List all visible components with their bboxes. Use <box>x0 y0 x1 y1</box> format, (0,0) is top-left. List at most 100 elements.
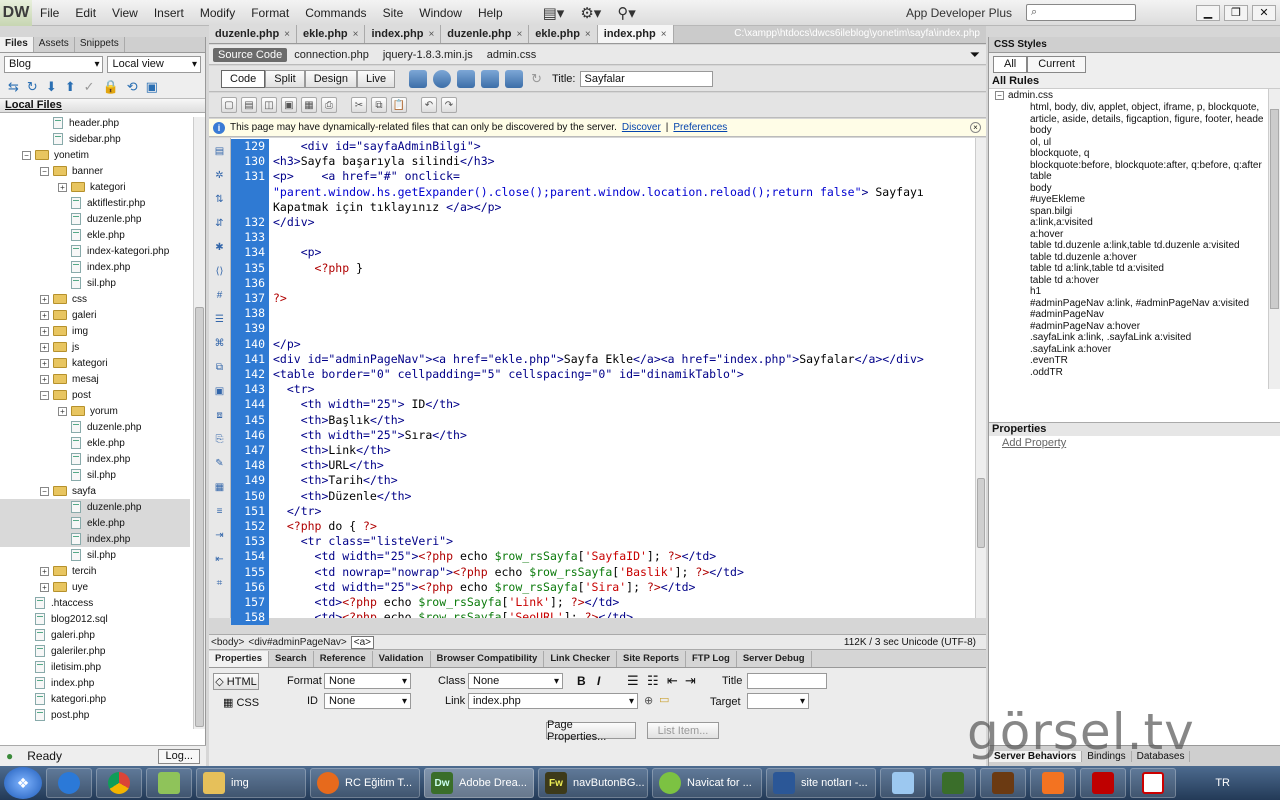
expand-icon[interactable]: + <box>40 310 49 320</box>
tree-file[interactable]: sil.php <box>0 547 190 563</box>
code-line[interactable]: <th width="25"> ID</th> <box>273 397 460 412</box>
doc-tab[interactable]: index.php × <box>365 25 442 43</box>
coding-tool-icon[interactable]: ≡ <box>213 506 226 518</box>
list-item-button[interactable]: List Item... <box>647 722 719 739</box>
discover-link[interactable]: Discover <box>622 122 661 133</box>
put-icon[interactable]: ⬆ <box>65 79 76 95</box>
code-view-button[interactable]: Code <box>221 69 266 88</box>
expand-icon[interactable]: + <box>40 326 49 336</box>
maximize-button[interactable]: ❐ <box>1224 4 1248 21</box>
css-rule[interactable]: ol, ul <box>1030 137 1270 148</box>
tab-browser-compatibility[interactable]: Browser Compatibility <box>431 651 545 667</box>
source-code-button[interactable]: Source Code <box>213 47 288 62</box>
language-indicator[interactable]: TR <box>1215 777 1230 789</box>
collapse-icon[interactable]: − <box>40 390 49 400</box>
tab-properties[interactable]: Properties <box>209 651 269 667</box>
code-line[interactable]: <td nowrap="nowrap"><?php echo $row_rsSa… <box>273 565 744 580</box>
tab-site-reports[interactable]: Site Reports <box>617 651 686 667</box>
coding-tool-icon[interactable]: ✲ <box>213 170 226 182</box>
collapse-icon[interactable]: − <box>40 166 49 176</box>
code-line[interactable]: <tr> <box>273 382 315 397</box>
expand-icon[interactable]: ▣ <box>146 79 158 95</box>
coding-tool-icon[interactable]: ⧈ <box>213 410 226 422</box>
get-icon[interactable]: ⬇ <box>46 79 57 95</box>
css-rule[interactable]: article, aside, details, figcaption, fig… <box>1030 114 1270 125</box>
tree-file[interactable]: ekle.php <box>0 227 190 243</box>
checkin-icon[interactable]: 🔒 <box>103 79 119 95</box>
tag-selector-a[interactable]: <a> <box>350 635 375 649</box>
css-rule[interactable]: #uyeEkleme <box>1030 194 1270 205</box>
coding-tool-icon[interactable]: ⌗ <box>213 578 226 590</box>
help-search-input[interactable]: ⌕ <box>1026 4 1136 21</box>
tree-file[interactable]: aktiflestir.php <box>0 195 190 211</box>
expand-icon[interactable]: + <box>40 342 49 352</box>
menu-view[interactable]: View <box>104 0 146 26</box>
undo-icon[interactable]: ↶ <box>421 97 437 113</box>
workspace-switcher[interactable]: App Developer Plus <box>906 6 1026 20</box>
tree-folder[interactable]: − sayfa <box>0 483 190 499</box>
close-icon[interactable]: × <box>585 29 591 40</box>
expand-icon[interactable]: + <box>40 374 49 384</box>
tree-folder[interactable]: + js <box>0 339 190 355</box>
coding-tool-icon[interactable]: ⇥ <box>213 530 226 542</box>
code-line[interactable]: <div id="adminPageNav"><a href="ekle.php… <box>273 352 924 367</box>
print-icon[interactable]: ⎙ <box>321 97 337 113</box>
taskbar-item[interactable]: Navicat for ... <box>652 768 762 798</box>
close-icon[interactable]: × <box>516 29 522 40</box>
menu-format[interactable]: Format <box>243 0 297 26</box>
tree-file[interactable]: ekle.php <box>0 515 190 531</box>
menu-help[interactable]: Help <box>470 0 511 26</box>
code-line[interactable]: <th>Tarih</th> <box>273 473 398 488</box>
indent-icon[interactable]: ⇥ <box>685 673 696 689</box>
format-select[interactable]: None <box>324 673 411 689</box>
rules-scroll-thumb[interactable] <box>1270 109 1279 309</box>
code-line[interactable]: <table border="0" cellpadding="5" cellsp… <box>273 367 744 382</box>
css-rule[interactable]: span.bilgi <box>1030 206 1270 217</box>
menu-modify[interactable]: Modify <box>192 0 243 26</box>
code-line[interactable]: <th>Düzenle</th> <box>273 489 412 504</box>
checkout-icon[interactable]: ✓ <box>84 79 95 95</box>
menu-window[interactable]: Window <box>411 0 470 26</box>
outdent-icon[interactable]: ⇤ <box>667 673 678 689</box>
tag-selector-div[interactable]: <div#adminPageNav> <box>248 637 346 648</box>
virtualbox-pinned-icon[interactable] <box>880 768 926 798</box>
code-line[interactable]: <td><?php echo $row_rsSayfa['SeoURL']; ?… <box>273 610 634 618</box>
expand-icon[interactable]: + <box>40 294 49 304</box>
tree-folder[interactable]: + uye <box>0 579 190 595</box>
tree-folder[interactable]: + kategori <box>0 179 190 195</box>
coding-tool-icon[interactable]: ⟨⟩ <box>213 266 226 278</box>
code-line[interactable]: <th>URL</th> <box>273 458 384 473</box>
expand-icon[interactable]: + <box>58 182 67 192</box>
bold-button[interactable]: B <box>577 674 586 688</box>
dw-pinned-icon[interactable] <box>930 768 976 798</box>
tab-server-behaviors[interactable]: Server Behaviors <box>989 750 1083 762</box>
connect-icon[interactable]: ⇆ <box>8 79 19 95</box>
menu-site[interactable]: Site <box>375 0 412 26</box>
doc-tab[interactable]: ekle.php × <box>529 25 598 43</box>
link-input[interactable]: index.php <box>468 693 638 709</box>
title-input[interactable]: Sayfalar <box>580 70 714 87</box>
tree-file[interactable]: blog2012.sql <box>0 611 190 627</box>
expand-icon[interactable]: + <box>40 358 49 368</box>
preview-browser-icon[interactable] <box>433 69 452 88</box>
taskbar-item[interactable]: site notları -... <box>766 768 876 798</box>
code-line[interactable]: <div id="sayfaAdminBilgi"> <box>273 139 481 154</box>
tab-validation[interactable]: Validation <box>373 651 431 667</box>
tab-databases[interactable]: Databases <box>1132 750 1191 762</box>
layout-icon[interactable]: ▤▾ <box>535 4 573 22</box>
code-line[interactable]: <?php } <box>273 261 364 276</box>
acrobat-pinned-icon[interactable] <box>1130 768 1176 798</box>
filter-icon[interactable]: ⏷ <box>970 47 980 63</box>
css-rule[interactable]: .sayfaLink a:hover <box>1030 344 1270 355</box>
coding-tool-icon[interactable]: ▣ <box>213 386 226 398</box>
browser-check-icon[interactable] <box>505 69 524 88</box>
collapse-icon[interactable]: − <box>995 91 1004 100</box>
all-button[interactable]: All <box>993 55 1028 73</box>
files-scrollbar[interactable] <box>193 117 205 729</box>
css-rule[interactable]: .sayfaLink a:link, .sayfaLink a:visited <box>1030 332 1270 343</box>
code-scroll-thumb[interactable] <box>977 478 985 548</box>
coding-tool-icon[interactable]: ✱ <box>213 242 226 254</box>
site-select[interactable]: Blog <box>4 55 104 73</box>
code-line[interactable]: <tr class="listeVeri"> <box>273 534 453 549</box>
tab-snippets[interactable]: Snippets <box>75 37 125 52</box>
